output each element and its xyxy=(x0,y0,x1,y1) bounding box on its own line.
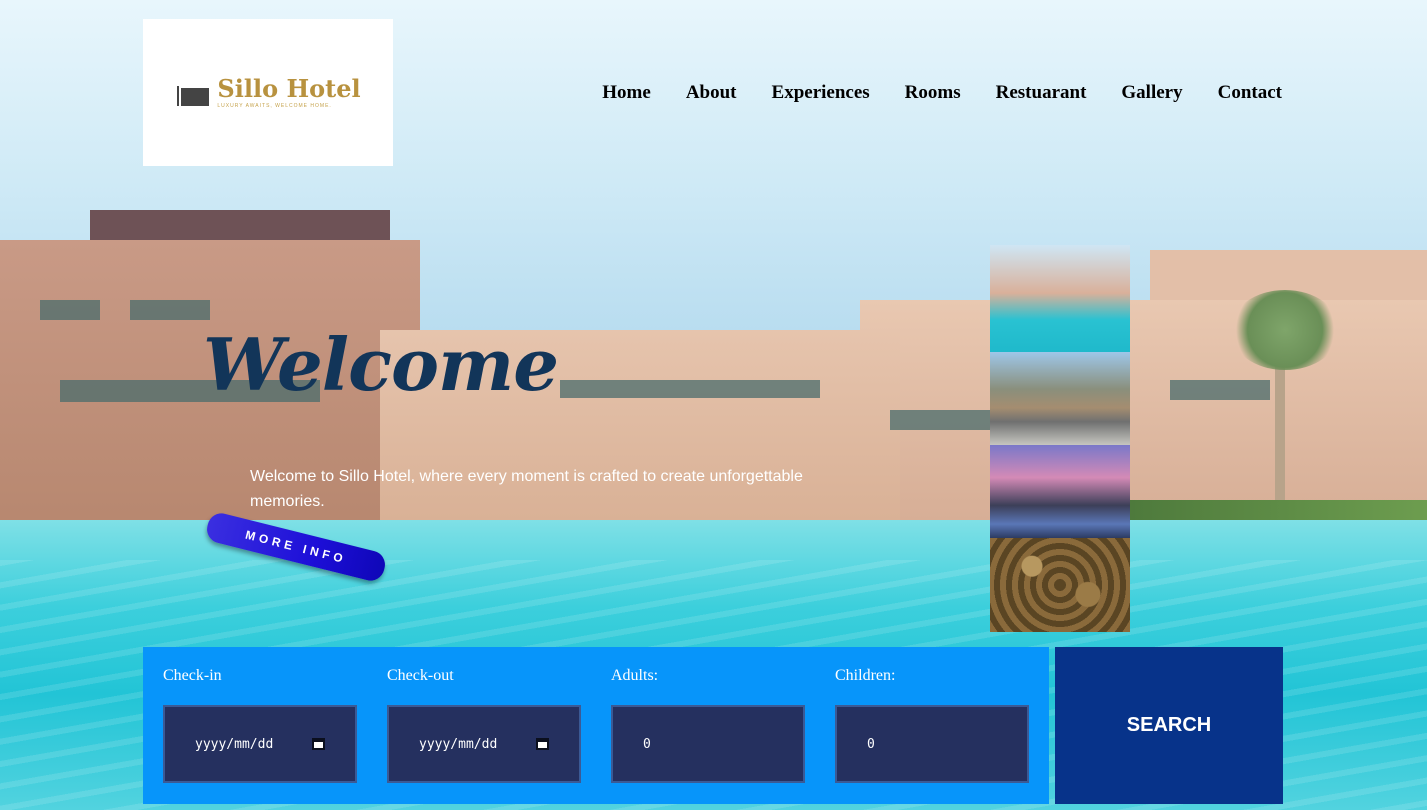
children-label: Children: xyxy=(835,667,896,684)
adults-input[interactable]: 0 xyxy=(611,705,805,783)
nav-rooms[interactable]: Rooms xyxy=(905,82,961,104)
adults-value: 0 xyxy=(643,736,651,752)
checkin-label: Check-in xyxy=(163,667,222,684)
palm-trunk xyxy=(1275,350,1285,520)
nav-restaurant[interactable]: Restuarant xyxy=(996,82,1087,104)
hero-text: Welcome to Sillo Hotel, where every mome… xyxy=(250,468,803,510)
building-window xyxy=(560,380,820,398)
nav-home[interactable]: Home xyxy=(602,82,651,104)
search-button[interactable]: SEARCH xyxy=(1055,647,1283,804)
building-window xyxy=(1170,380,1270,400)
logo-name: Sillo Hotel xyxy=(217,73,361,103)
checkin-value: yyyy/mm/dd xyxy=(195,736,274,752)
nav-contact[interactable]: Contact xyxy=(1218,82,1282,104)
nav-experiences[interactable]: Experiences xyxy=(772,82,870,104)
palm-tree xyxy=(1230,290,1340,370)
gallery-thumb-pool[interactable] xyxy=(990,245,1130,352)
gallery-thumb-corks[interactable] xyxy=(990,538,1130,632)
logo: Sillo Hotel LUXURY AWAITS, WELCOME HOME. xyxy=(175,73,361,109)
building-window xyxy=(130,300,210,320)
children-input[interactable]: 0 xyxy=(835,705,1029,783)
nav-about[interactable]: About xyxy=(686,82,737,104)
building-window xyxy=(890,410,990,430)
checkin-input[interactable]: yyyy/mm/dd xyxy=(163,705,357,783)
booking-form: Check-in yyyy/mm/dd Check-out yyyy/mm/dd… xyxy=(143,647,1049,804)
calendar-icon[interactable] xyxy=(312,738,325,750)
hotel-logo-icon xyxy=(175,80,211,106)
gallery-thumbnails xyxy=(990,245,1130,632)
checkout-value: yyyy/mm/dd xyxy=(419,736,498,752)
checkout-label: Check-out xyxy=(387,667,454,684)
building-roof xyxy=(90,210,390,244)
nav-gallery[interactable]: Gallery xyxy=(1121,82,1182,104)
gallery-thumb-sunset[interactable] xyxy=(990,445,1130,538)
hero-heading: Welcome xyxy=(203,322,559,407)
gallery-thumb-terrace[interactable] xyxy=(990,352,1130,445)
calendar-icon[interactable] xyxy=(536,738,549,750)
children-value: 0 xyxy=(867,736,875,752)
main-nav: Home About Experiences Rooms Restuarant … xyxy=(602,82,1282,104)
logo-container[interactable]: Sillo Hotel LUXURY AWAITS, WELCOME HOME. xyxy=(143,19,393,166)
logo-tagline: LUXURY AWAITS, WELCOME HOME. xyxy=(217,102,332,109)
checkout-input[interactable]: yyyy/mm/dd xyxy=(387,705,581,783)
building-window xyxy=(40,300,100,320)
adults-label: Adults: xyxy=(611,667,659,684)
